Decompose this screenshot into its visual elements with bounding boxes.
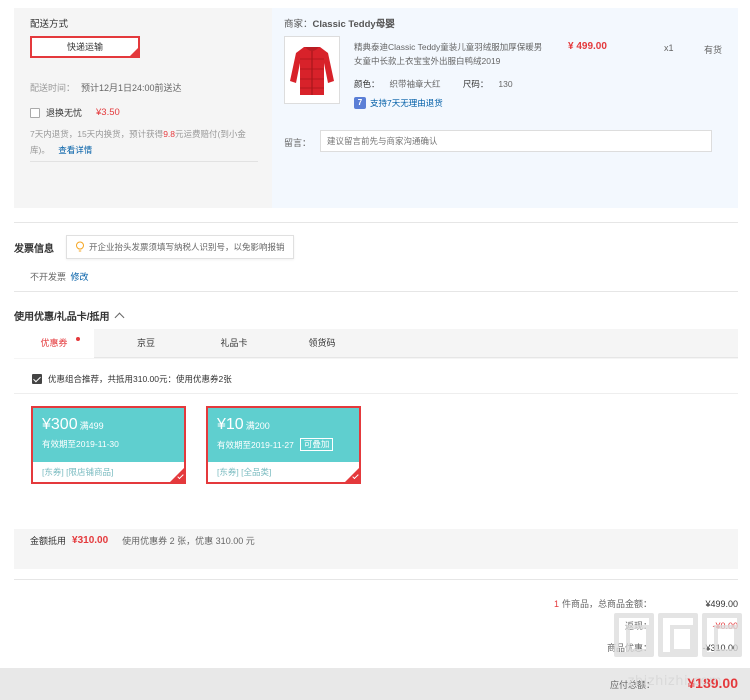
shipping-time: 配送时间： 预计12月1日24:00前送达 <box>30 81 182 94</box>
coupons-panel: 优惠券 京豆 礼品卡 领货码 优惠组合推荐，共抵用310.00元：使用优惠券2张… <box>14 329 738 569</box>
invoice-title: 发票信息 <box>14 244 54 255</box>
product-image[interactable] <box>284 36 340 104</box>
invoice-tip: 开企业抬头发票须填写纳税人识别号，以免影响报销 <box>66 235 294 259</box>
coupon-amount-row: ¥300 满499 <box>42 414 175 437</box>
order-block: 配送方式 快递运输 配送时间： 预计12月1日24:00前送达 退换无忧 ¥3.5… <box>14 8 738 208</box>
insurance-checkbox[interactable] <box>30 107 40 118</box>
coupon-total: 金额抵用 ¥310.00 使用优惠券 2 张，优惠 310.00 元 <box>30 534 255 547</box>
watermark-logo <box>614 613 742 657</box>
coupon-tags: [东券] [限店铺商品] <box>42 467 114 477</box>
summary-goods-total: 1 件商品，总商品金额： ¥499.00 <box>512 597 738 610</box>
notification-dot <box>76 337 80 341</box>
coupon-validity-row: 有效期至2019-11-27 可叠加 <box>217 438 350 451</box>
tab-coupons-label: 优惠券 <box>40 338 68 348</box>
shipping-title: 配送方式 <box>30 19 69 30</box>
message-label: 留言： <box>284 138 312 148</box>
message-input[interactable] <box>320 130 712 152</box>
tab-gift-card-label: 礼品卡 <box>220 338 248 348</box>
coupon-tags: [东券] [全品类] <box>217 467 272 477</box>
tab-coupons[interactable]: 优惠券 <box>14 329 94 358</box>
tab-gift-card[interactable]: 礼品卡 <box>194 329 274 358</box>
tab-jingdou[interactable]: 京豆 <box>106 329 186 358</box>
return-policy-text: 支持7天无理由退货 <box>370 98 443 108</box>
coupon-condition: 满200 <box>245 421 270 431</box>
tab-jingdou-label: 京豆 <box>136 338 155 348</box>
return-policy[interactable]: 7 支持7天无理由退货 <box>354 97 443 109</box>
divider <box>14 291 738 292</box>
coupons-section-toggle[interactable]: 使用优惠/礼品卡/抵用 <box>14 308 125 323</box>
coupons-title: 使用优惠/礼品卡/抵用 <box>14 312 110 323</box>
coupons-body: 优惠组合推荐，共抵用310.00元：使用优惠券2张 ¥300 满499 有效期至2… <box>14 359 738 529</box>
color-value: 织带袖章大红 <box>389 79 441 89</box>
coupon-total-desc: 使用优惠券 2 张，优惠 310.00 元 <box>122 536 255 546</box>
merchant-label: 商家： <box>284 19 313 30</box>
coupon-condition: 满499 <box>79 421 104 431</box>
product-price: ¥ 499.00 <box>568 41 607 52</box>
return-7day-icon: 7 <box>354 97 366 109</box>
tab-redeem-code-label: 领货码 <box>308 338 336 348</box>
lightbulb-icon <box>76 241 84 252</box>
merchant-name-value: Classic Teddy母婴 <box>312 19 395 30</box>
coupon-card-top: ¥10 满200 有效期至2019-11-27 可叠加 <box>208 408 359 462</box>
item-count-label: 件商品，总商品金额： <box>561 599 652 609</box>
watermark-text: zhizhizhi.com <box>627 674 722 689</box>
invoice-type: 不开发票 <box>30 272 67 282</box>
coupon-validity: 有效期至2019-11-27 <box>217 439 294 450</box>
coupon-validity: 有效期至2019-11-30 <box>42 439 119 449</box>
insurance-note-prefix: 7天内退货，15天内换货，预计获得 <box>30 129 164 139</box>
divider <box>14 222 738 223</box>
insurance-note: 7天内退货，15天内换货，预计获得9.8元运费赔付(到小金库)。 查看详情 <box>30 126 260 158</box>
coupon-amount-row: ¥10 满200 <box>217 414 350 437</box>
insurance-note-amount: 9.8 <box>163 129 176 139</box>
item-count: 1 <box>553 599 559 609</box>
watermark-glyph <box>614 613 654 657</box>
insurance-price: ¥3.50 <box>96 107 120 118</box>
insurance-label: 退换无忧 <box>46 108 83 118</box>
size-value: 130 <box>498 79 513 89</box>
divider <box>14 393 738 394</box>
coupon-amount: ¥300 <box>42 416 78 433</box>
coupon-total-value: ¥310.00 <box>72 535 109 546</box>
coupon-card[interactable]: ¥10 满200 有效期至2019-11-27 可叠加 [东券] [全品类] <box>206 406 361 484</box>
divider <box>30 161 258 162</box>
chevron-up-icon <box>114 312 125 323</box>
product-attributes: 颜色： 织带袖章大红 尺码： 130 <box>354 78 533 90</box>
invoice-value: 不开发票 修改 <box>30 270 89 283</box>
tab-redeem-code[interactable]: 领货码 <box>282 329 362 358</box>
product-quantity: x1 <box>664 43 674 53</box>
selected-corner-icon <box>130 48 138 56</box>
size-label: 尺码： <box>462 79 489 89</box>
shipping-method-label: 快递运输 <box>66 42 103 52</box>
shipping-time-value: 预计12月1日24:00前送达 <box>81 83 182 93</box>
summary-goods-label: 1 件商品，总商品金额： <box>512 597 652 610</box>
merchant-name: 商家：Classic Teddy母婴 <box>284 16 395 30</box>
recommend-row: 优惠组合推荐，共抵用310.00元：使用优惠券2张 <box>32 373 232 385</box>
shop-section: 商家：Classic Teddy母婴 精典泰迪Classic Teddy童装儿童… <box>272 8 738 208</box>
shipping-time-label: 配送时间： <box>30 83 76 93</box>
watermark-glyph <box>702 613 742 657</box>
recommend-checkbox[interactable] <box>32 374 42 384</box>
stackable-badge: 可叠加 <box>299 438 334 451</box>
coupon-amount: ¥10 <box>217 416 244 433</box>
product-stock: 有货 <box>704 45 723 55</box>
color-label: 颜色： <box>354 79 380 89</box>
insurance-row: 退换无忧 ¥3.50 <box>30 106 120 119</box>
view-details-link[interactable]: 查看详情 <box>58 145 92 155</box>
recommend-text: 优惠组合推荐，共抵用310.00元：使用优惠券2张 <box>48 374 232 384</box>
coupon-validity-row: 有效期至2019-11-30 <box>42 438 175 450</box>
coupon-card-top: ¥300 满499 有效期至2019-11-30 <box>33 408 184 462</box>
goods-total-value: ¥499.00 <box>705 598 738 609</box>
coupon-card[interactable]: ¥300 满499 有效期至2019-11-30 [东券] [限店铺商品] <box>31 406 186 484</box>
coupon-total-label: 金额抵用 <box>30 536 67 546</box>
shipping-section: 配送方式 快递运输 配送时间： 预计12月1日24:00前送达 退换无忧 ¥3.5… <box>14 8 272 208</box>
watermark-glyph <box>658 613 698 657</box>
invoice-tip-text: 开企业抬头发票须填写纳税人识别号，以免影响报销 <box>89 242 285 252</box>
product-jacket-image <box>290 47 334 95</box>
coupon-tabs: 优惠券 京豆 礼品卡 领货码 <box>14 329 738 358</box>
invoice-edit-link[interactable]: 修改 <box>71 272 89 282</box>
product-title[interactable]: 精典泰迪Classic Teddy童装儿童羽绒服加厚保暖男女童中长款上衣宝宝外出… <box>354 40 546 68</box>
shipping-method-button[interactable]: 快递运输 <box>30 36 140 58</box>
divider <box>14 579 738 580</box>
